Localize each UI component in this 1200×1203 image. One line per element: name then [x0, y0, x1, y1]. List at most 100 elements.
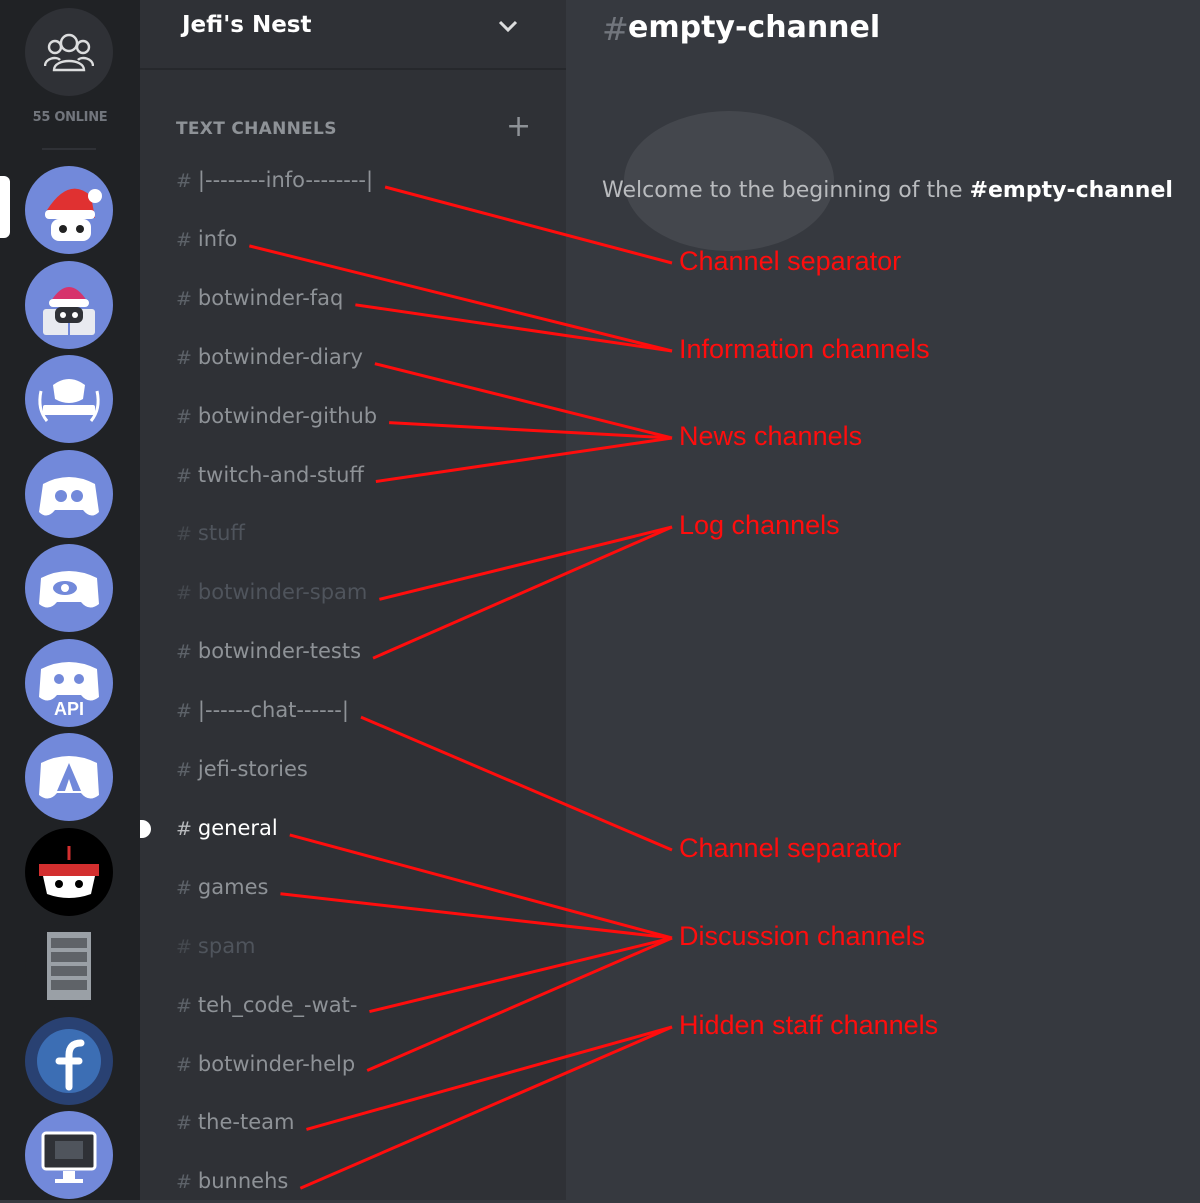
- channel-name: botwinder-tests: [197, 639, 362, 664]
- channel-hash-icon: #: [176, 523, 192, 546]
- channel-item[interactable]: # botwinder-github: [176, 404, 377, 438]
- channel-name: botwinder-help: [197, 1051, 356, 1076]
- channel-item[interactable]: # info: [176, 227, 237, 261]
- santa-bot-icon: [45, 188, 102, 241]
- discord-linux-icon: [39, 756, 99, 799]
- channel-item[interactable]: # botwinder-help: [176, 1052, 355, 1086]
- channel-name: botwinder-faq: [197, 285, 344, 310]
- santa-book-bot-icon: [43, 286, 95, 335]
- channel-hash-icon: #: [176, 287, 192, 310]
- server-server-rack[interactable]: [25, 922, 113, 1010]
- gears-controller-icon: [39, 476, 99, 516]
- channel-item[interactable]: # jefi-stories: [176, 757, 308, 791]
- chevron-down-icon[interactable]: [496, 14, 520, 38]
- server-santa-book-bot[interactable]: [25, 260, 113, 349]
- rail-divider: [42, 148, 96, 150]
- channel-name: the-team: [197, 1110, 295, 1135]
- friends-button[interactable]: [25, 8, 113, 96]
- channel-hash-icon: #: [176, 1112, 192, 1135]
- channel-name: games: [197, 874, 269, 899]
- channel-item[interactable]: # botwinder-diary: [176, 345, 363, 379]
- channel-name: stuff: [197, 521, 245, 546]
- channel-item[interactable]: # games: [176, 875, 268, 909]
- annotation-label: Log channels: [679, 510, 840, 540]
- fedora-icon: [37, 1028, 101, 1093]
- partner-badge-icon: [38, 379, 100, 422]
- channel-hash-icon: #: [176, 935, 192, 958]
- channel-item[interactable]: # the-team: [176, 1110, 294, 1144]
- channel-item[interactable]: # botwinder-tests: [176, 639, 361, 673]
- online-count: 55 ONLINE: [32, 110, 108, 125]
- channel-item[interactable]: # general: [176, 816, 278, 850]
- channel-hash-icon: #: [176, 817, 192, 840]
- annotation-label: Hidden staff channels: [679, 1010, 939, 1040]
- server-name: Jefi's Nest: [182, 12, 312, 38]
- channel-hash-icon: #: [176, 1053, 192, 1076]
- channel-hash-icon: #: [176, 228, 192, 251]
- channel-item[interactable]: # teh_code_-wat-: [176, 993, 357, 1027]
- server-header[interactable]: Jefi's Nest: [140, 0, 566, 70]
- annotation-label: Information channels: [679, 334, 930, 364]
- channel-hash-icon: #: [176, 405, 192, 428]
- selected-server-indicator: [0, 176, 10, 238]
- annotation-label: Channel separator: [679, 246, 902, 276]
- welcome-prefix: Welcome to the beginning of the: [602, 178, 970, 203]
- channel-hash-icon: #: [176, 464, 192, 487]
- channel-name: bunnehs: [197, 1169, 289, 1194]
- channel-sidebar: Jefi's Nest TEXT CHANNELS + # |--------in…: [140, 0, 566, 1200]
- channel-item[interactable]: # twitch-and-stuff: [176, 463, 364, 497]
- channel-hash-icon: #: [176, 876, 192, 899]
- server-rack-icon: [47, 932, 91, 1000]
- server-ninja-controller[interactable]: [25, 827, 113, 916]
- channel-name: |--------info--------|: [197, 168, 374, 192]
- channel-name: teh_code_-wat-: [197, 992, 358, 1017]
- channel-title: empty-channel: [628, 10, 881, 45]
- channel-name: botwinder-spam: [197, 580, 368, 605]
- server-discord-api[interactable]: API: [25, 638, 113, 727]
- channel-item[interactable]: # |------chat------|: [176, 698, 349, 732]
- annotation-label: Channel separator: [679, 833, 902, 863]
- channel-name: |------chat------|: [197, 698, 349, 723]
- channel-item[interactable]: # bunnehs: [176, 1169, 288, 1203]
- welcome-message: Welcome to the beginning of the #empty-c…: [602, 178, 1173, 203]
- monitor-icon: [41, 1131, 97, 1183]
- channel-hash-icon: #: [176, 346, 192, 369]
- channel-item[interactable]: # stuff: [176, 521, 245, 555]
- server-fedora[interactable]: [25, 1016, 113, 1105]
- server-discord-linux[interactable]: [25, 733, 113, 821]
- ninja-controller-icon: [39, 845, 99, 898]
- channel-name: info: [197, 226, 238, 251]
- channel-hash-icon: #: [176, 700, 192, 723]
- annotation-label: Discussion channels: [679, 921, 926, 951]
- channel-item[interactable]: # |--------info--------|: [176, 168, 373, 202]
- channel-hash-icon: #: [176, 759, 192, 781]
- channel-hash-icon: #: [176, 641, 192, 664]
- channel-hash-icon: #: [602, 10, 629, 48]
- channel-item[interactable]: # botwinder-faq: [176, 286, 343, 320]
- welcome-channel: #empty-channel: [969, 178, 1173, 203]
- svg-text:API: API: [54, 699, 84, 719]
- channel-name: botwinder-diary: [197, 344, 363, 369]
- channel-name: spam: [197, 933, 256, 958]
- discord-eye-icon: [39, 571, 99, 608]
- channel-hash-icon: #: [176, 994, 192, 1017]
- server-gears-controller[interactable]: [25, 449, 113, 538]
- server-monitor[interactable]: [25, 1111, 113, 1199]
- friends-icon: [44, 33, 94, 72]
- server-partner-badge[interactable]: [25, 355, 113, 443]
- category-text-channels[interactable]: TEXT CHANNELS: [176, 119, 337, 139]
- server-santa-bot[interactable]: [25, 166, 113, 254]
- channel-hash-icon: #: [176, 582, 192, 605]
- channel-header: # empty-channel: [566, 0, 1200, 70]
- channel-item[interactable]: # botwinder-spam: [176, 580, 367, 614]
- add-channel-icon[interactable]: +: [506, 112, 531, 142]
- channel-name: twitch-and-stuff: [197, 462, 364, 487]
- server-rail: 55 ONLINE API: [0, 0, 140, 1200]
- channel-hash-icon: #: [176, 1171, 192, 1194]
- channel-hash-icon: #: [176, 170, 192, 192]
- channel-item[interactable]: # spam: [176, 934, 256, 968]
- channel-name: jefi-stories: [197, 757, 308, 781]
- welcome-hash-graphic: [624, 111, 834, 251]
- server-discord-eye[interactable]: [25, 544, 113, 632]
- annotation-label: News channels: [679, 421, 863, 451]
